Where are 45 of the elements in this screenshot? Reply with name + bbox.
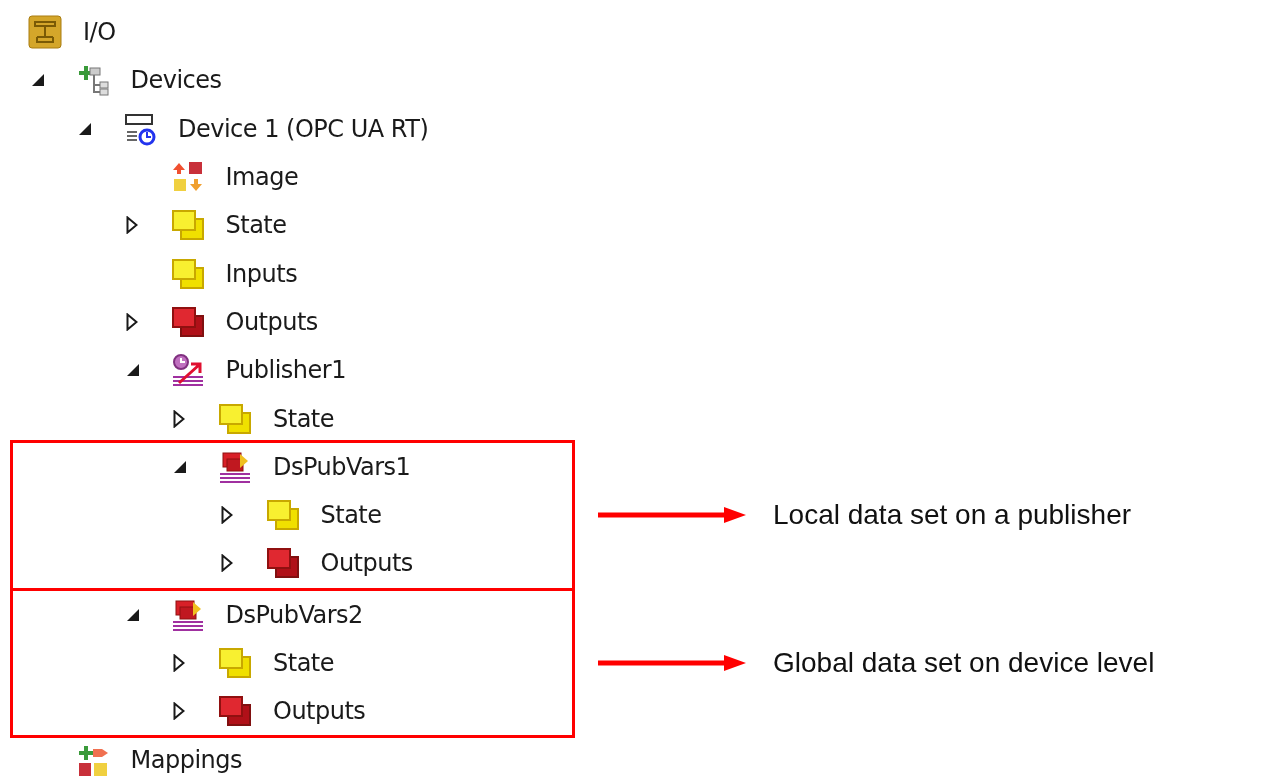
tree-toggle[interactable] [125,312,138,331]
tree-toggle[interactable] [173,702,185,721]
tree-item[interactable]: Mappings [130,741,242,776]
arrow-icon [598,505,748,526]
annotation-text: Local data set on a publisher [773,498,1132,533]
tree-toggle[interactable] [173,459,187,474]
tree-item[interactable]: Device 1 (OPC UA RT) [178,110,429,147]
tree-item[interactable]: Outputs [225,303,318,340]
tree-item[interactable]: Outputs [320,545,413,582]
io-icon [28,15,62,50]
stacked-squares-icon [170,256,205,291]
tree-item[interactable]: State [273,400,335,437]
stacked-squares-icon [265,546,300,581]
tree-toggle[interactable] [125,216,138,235]
tree-toggle[interactable] [173,654,185,672]
tree-toggle[interactable] [220,554,233,573]
tree-item[interactable]: DsPubVars2 [225,596,363,633]
tree-item[interactable]: Image [225,159,299,196]
tree-item[interactable]: Outputs [273,693,366,730]
tree-item[interactable]: Devices [130,62,222,99]
stacked-squares-icon [170,208,205,243]
dataset-icon [218,449,252,484]
tree-toggle[interactable] [30,73,45,88]
stacked-squares-icon [218,694,252,729]
publisher-icon [170,353,205,388]
tree-toggle[interactable] [125,607,140,622]
tree-item[interactable]: State [273,645,335,681]
opc-device-icon [123,111,157,146]
tree-toggle[interactable] [173,409,185,428]
tree-item[interactable]: I/O [83,14,116,51]
tree-toggle[interactable] [125,363,140,378]
tree-item[interactable]: State [225,207,287,244]
tree-toggle[interactable] [220,506,233,525]
tree-item[interactable]: DsPubVars1 [273,448,411,485]
stacked-squares-icon [265,498,300,533]
stacked-squares-icon [218,401,252,436]
arrow-icon [598,653,748,673]
tree-item[interactable]: Inputs [225,255,298,292]
dataset-icon [170,597,205,632]
tree-item[interactable]: Publisher1 [225,352,346,389]
stacked-squares-icon [218,646,252,680]
tree-item[interactable]: State [320,497,382,534]
stacked-squares-icon [170,304,205,339]
annotation-text: Global data set on device level [773,646,1155,680]
tree-toggle[interactable] [78,121,92,136]
